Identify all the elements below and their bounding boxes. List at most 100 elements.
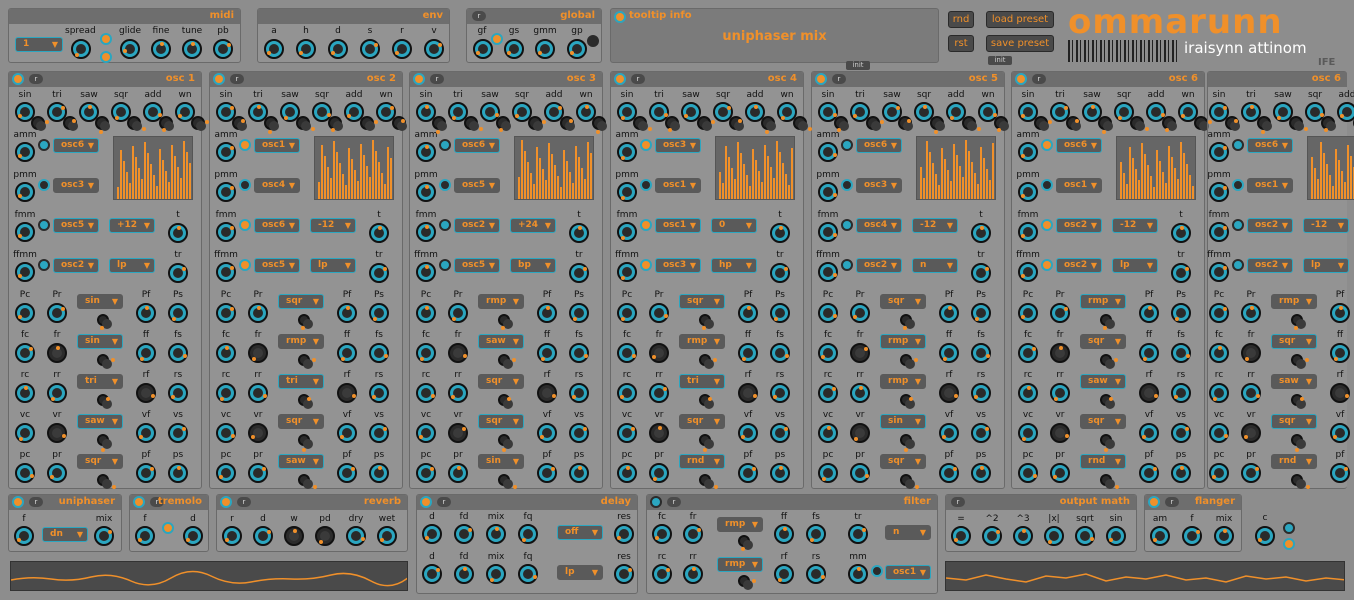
osc-5-sqr-sub-knob[interactable]	[930, 116, 945, 134]
osc-5-vc-knob[interactable]	[818, 423, 838, 443]
osc-4-rc-shape-select[interactable]: tri ▼	[679, 374, 725, 389]
tremolo-d-knob[interactable]	[183, 526, 203, 546]
osc-4-pc-knob[interactable]	[617, 463, 637, 483]
osc-7-vc-depth-knob[interactable]	[1291, 434, 1306, 452]
osc-4-pmm-source-select[interactable]: osc1 ▼	[655, 178, 701, 193]
osc-1-rc-depth-knob[interactable]	[97, 394, 112, 409]
osc-1-vr-knob[interactable]	[47, 423, 67, 443]
osc-4-amm-knob[interactable]	[617, 142, 637, 162]
osc-1-amm-led[interactable]	[38, 139, 50, 151]
osc-4-fc-knob[interactable]	[617, 343, 637, 363]
osc-5-vc-depth-knob[interactable]	[900, 434, 915, 452]
osc-3-add-sub-knob[interactable]	[560, 116, 575, 131]
osc-3-Pc-depth-knob[interactable]	[498, 314, 513, 330]
osc-7-saw-sub-knob[interactable]	[1289, 116, 1308, 131]
osc-1-pf-knob[interactable]	[136, 463, 156, 483]
osc-3-vc-knob[interactable]	[416, 423, 436, 443]
gf-knob[interactable]	[473, 39, 493, 59]
osc-6-fmm-source-select[interactable]: osc2 ▼	[1056, 218, 1102, 233]
osc-5-ffmm-led[interactable]	[841, 259, 853, 271]
osc-3-ff-knob[interactable]	[537, 343, 557, 363]
flanger-led-2[interactable]	[1283, 538, 1295, 550]
osc-6-vc-shape-select[interactable]: sqr ▼	[1080, 414, 1126, 429]
filter-ff-knob[interactable]	[774, 524, 794, 544]
osc-1-sqr-sub-knob[interactable]	[127, 116, 146, 131]
osc-1-fmm-knob[interactable]	[15, 222, 35, 242]
osc-3-fr-knob[interactable]	[448, 343, 468, 363]
osc-5-pf-knob[interactable]	[939, 463, 959, 483]
filter-power-button[interactable]	[650, 496, 662, 508]
osc-2-Pr-knob[interactable]	[248, 303, 268, 323]
osc-2-pmm-led[interactable]	[239, 179, 251, 191]
osc-2-rs-knob[interactable]	[369, 383, 389, 403]
osc-6-Pr-knob[interactable]	[1050, 303, 1070, 323]
osc-2-pc-depth-knob[interactable]	[298, 474, 317, 489]
gmm-knob[interactable]	[535, 39, 555, 59]
osc-5-pmm-led[interactable]	[841, 179, 853, 191]
osc-2-fs-knob[interactable]	[369, 343, 389, 363]
osc-1-fmm-offset-select[interactable]: +12 ▼	[109, 218, 155, 233]
output-math-sqrt-knob[interactable]	[1075, 526, 1095, 546]
global-random-toggle[interactable]: r	[472, 11, 486, 21]
delay-random-toggle[interactable]: r	[437, 497, 451, 507]
flanger-am-knob[interactable]	[1150, 526, 1170, 546]
osc-6-ff-knob[interactable]	[1139, 343, 1159, 363]
osc-4-sin-sub-knob[interactable]	[633, 116, 652, 131]
osc-3-fmm-knob[interactable]	[416, 222, 436, 242]
osc-7-amm-knob[interactable]	[1209, 142, 1229, 162]
osc-6-Pc-shape-select[interactable]: rmp ▼	[1080, 294, 1126, 309]
delay-d-knob-1[interactable]	[422, 524, 442, 544]
osc-1-ffmm-mode-select[interactable]: lp ▼	[109, 258, 155, 273]
env-d-knob[interactable]	[328, 39, 348, 59]
osc-2-amm-knob[interactable]	[216, 142, 236, 162]
osc-4-fmm-offset-select[interactable]: 0 ▼	[711, 218, 757, 233]
osc-1-vc-depth-knob[interactable]	[97, 434, 112, 452]
osc-3-vc-depth-knob[interactable]	[498, 434, 513, 452]
osc-3-rs-knob[interactable]	[569, 383, 589, 403]
osc-7-rc-knob[interactable]	[1209, 383, 1229, 403]
osc-7-pmm-source-select[interactable]: osc1 ▼	[1247, 178, 1293, 193]
osc-3-fc-shape-select[interactable]: saw ▼	[478, 334, 524, 349]
osc-2-Pc-shape-select[interactable]: sqr ▼	[278, 294, 324, 309]
osc-5-fc-shape-select[interactable]: rmp ▼	[880, 334, 926, 349]
osc-5-fs-knob[interactable]	[971, 343, 991, 363]
osc-7-Pc-shape-select[interactable]: rmp ▼	[1271, 294, 1317, 309]
osc-4-pc-shape-select[interactable]: rnd ▼	[679, 454, 725, 469]
osc-4-fmm-led[interactable]	[640, 219, 652, 231]
glide-knob[interactable]	[120, 39, 140, 59]
init-tab[interactable]: init	[846, 61, 870, 70]
osc-4-ffmm-source-select[interactable]: osc3 ▼	[655, 258, 701, 273]
osc-3-fs-knob[interactable]	[569, 343, 589, 363]
osc-4-amm-source-select[interactable]: osc3 ▼	[655, 138, 701, 153]
osc-5-t-knob[interactable]	[971, 223, 991, 243]
osc-6-pc-shape-select[interactable]: rnd ▼	[1080, 454, 1126, 469]
osc-4-vf-knob[interactable]	[738, 423, 758, 443]
osc-6-random-toggle[interactable]: r	[1032, 74, 1046, 84]
osc-4-tr-knob[interactable]	[770, 263, 790, 283]
load-preset-button[interactable]: load preset	[986, 11, 1054, 28]
filter-fs-knob[interactable]	[806, 524, 826, 544]
osc-5-Pr-knob[interactable]	[850, 303, 870, 323]
osc-3-Pc-shape-select[interactable]: rmp ▼	[478, 294, 524, 309]
osc-5-Ps-knob[interactable]	[971, 303, 991, 323]
osc-6-rf-knob[interactable]	[1139, 383, 1159, 403]
osc-1-Pc-shape-select[interactable]: sin ▼	[77, 294, 123, 309]
filter-fc-knob[interactable]	[652, 524, 672, 544]
osc-6-rs-knob[interactable]	[1171, 383, 1191, 403]
osc-4-vc-shape-select[interactable]: sqr ▼	[679, 414, 725, 429]
osc-3-rr-knob[interactable]	[448, 383, 468, 403]
osc-5-rc-knob[interactable]	[818, 383, 838, 403]
osc-2-fmm-led[interactable]	[239, 219, 251, 231]
osc-6-pmm-led[interactable]	[1041, 179, 1053, 191]
osc-5-fmm-offset-select[interactable]: -12 ▼	[912, 218, 958, 233]
osc-1-tri-sub-knob[interactable]	[63, 116, 78, 131]
osc-4-pf-knob[interactable]	[738, 463, 758, 483]
osc-1-wn-sub-knob[interactable]	[191, 116, 209, 131]
osc-7-fmm-led[interactable]	[1232, 219, 1244, 231]
random-button[interactable]: rnd	[948, 11, 974, 28]
osc-6-fc-depth-knob[interactable]	[1100, 354, 1118, 369]
osc-4-ps-knob[interactable]	[770, 463, 790, 483]
osc-6-Ps-knob[interactable]	[1171, 303, 1191, 323]
osc-7-ff-knob[interactable]	[1330, 343, 1350, 363]
osc-1-vc-knob[interactable]	[15, 423, 35, 443]
